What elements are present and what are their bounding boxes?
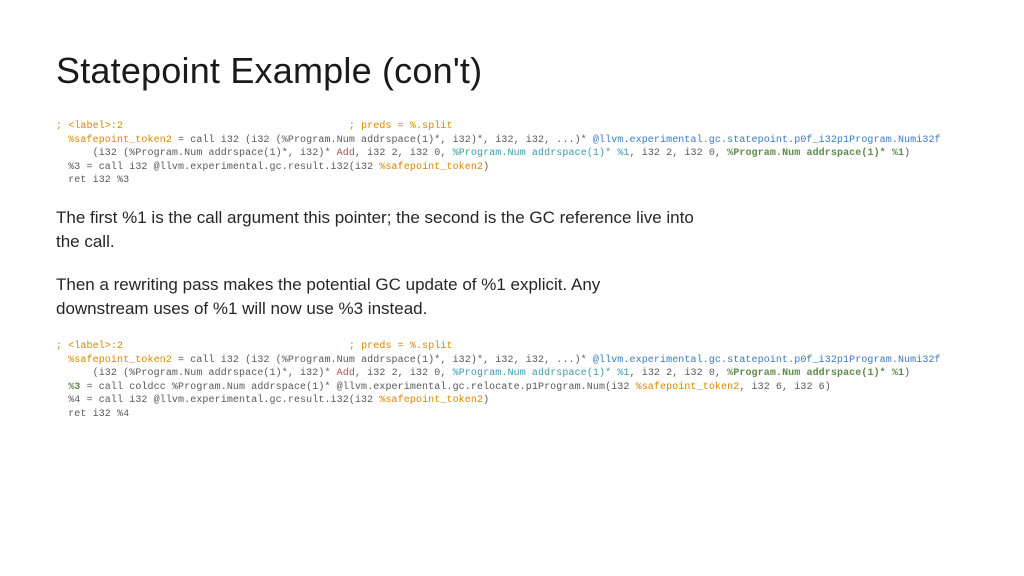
code-token: %safepoint_token2	[68, 135, 172, 146]
code-text	[123, 341, 349, 352]
code-text: , i32 2, i32 0,	[630, 368, 728, 379]
code-text: %3 = call i32 @llvm.experimental.gc.resu…	[56, 162, 379, 173]
code-label: ; <label>:2	[56, 121, 123, 132]
code-block-2: ; <label>:2 ; preds = %.split %safepoint…	[56, 340, 968, 421]
code-token: %safepoint_token2	[379, 395, 483, 406]
code-text	[123, 121, 349, 132]
code-text: ret i32 %3	[56, 175, 129, 186]
code-text: = call coldcc %Program.Num addrspace(1)*…	[80, 382, 635, 393]
code-text: %4 = call i32 @llvm.experimental.gc.resu…	[56, 395, 379, 406]
slide-title: Statepoint Example (con't)	[56, 50, 968, 92]
code-relocated: %3	[68, 382, 80, 393]
code-func: Add	[337, 368, 355, 379]
code-arg: %Program.Num addrspace(1)* %1	[453, 148, 630, 159]
code-text: = call i32 (i32 (%Program.Num addrspace(…	[172, 135, 593, 146]
code-text: , i32 2, i32 0,	[355, 148, 453, 159]
code-text: , i32 6, i32 6)	[739, 382, 831, 393]
code-text: )	[483, 162, 489, 173]
code-intrinsic: @llvm.experimental.gc.statepoint.p0f_i32…	[593, 135, 941, 146]
code-intrinsic: @llvm.experimental.gc.statepoint.p0f_i32…	[593, 355, 941, 366]
code-text: (i32 (%Program.Num addrspace(1)*, i32)*	[56, 148, 337, 159]
paragraph-1: The first %1 is the call argument this p…	[56, 206, 696, 255]
code-token: %safepoint_token2	[68, 355, 172, 366]
code-text: , i32 2, i32 0,	[355, 368, 453, 379]
code-liveref: %Program.Num addrspace(1)* %1	[727, 368, 904, 379]
code-label: ; <label>:2	[56, 341, 123, 352]
code-text: (i32 (%Program.Num addrspace(1)*, i32)*	[56, 368, 337, 379]
code-preds: ; preds = %.split	[349, 121, 453, 132]
code-func: Add	[337, 148, 355, 159]
code-text: )	[483, 395, 489, 406]
code-token: %safepoint_token2	[636, 382, 740, 393]
code-text: , i32 2, i32 0,	[630, 148, 728, 159]
code-text: = call i32 (i32 (%Program.Num addrspace(…	[172, 355, 593, 366]
paragraph-2: Then a rewriting pass makes the potentia…	[56, 273, 696, 322]
code-token: %safepoint_token2	[379, 162, 483, 173]
code-text: )	[904, 148, 910, 159]
code-liveref: %Program.Num addrspace(1)* %1	[727, 148, 904, 159]
slide-container: Statepoint Example (con't) ; <label>:2 ;…	[0, 0, 1024, 576]
code-block-1: ; <label>:2 ; preds = %.split %safepoint…	[56, 120, 968, 188]
code-text: ret i32 %4	[56, 409, 129, 420]
code-preds: ; preds = %.split	[349, 341, 453, 352]
code-text: )	[904, 368, 910, 379]
code-arg: %Program.Num addrspace(1)* %1	[453, 368, 630, 379]
